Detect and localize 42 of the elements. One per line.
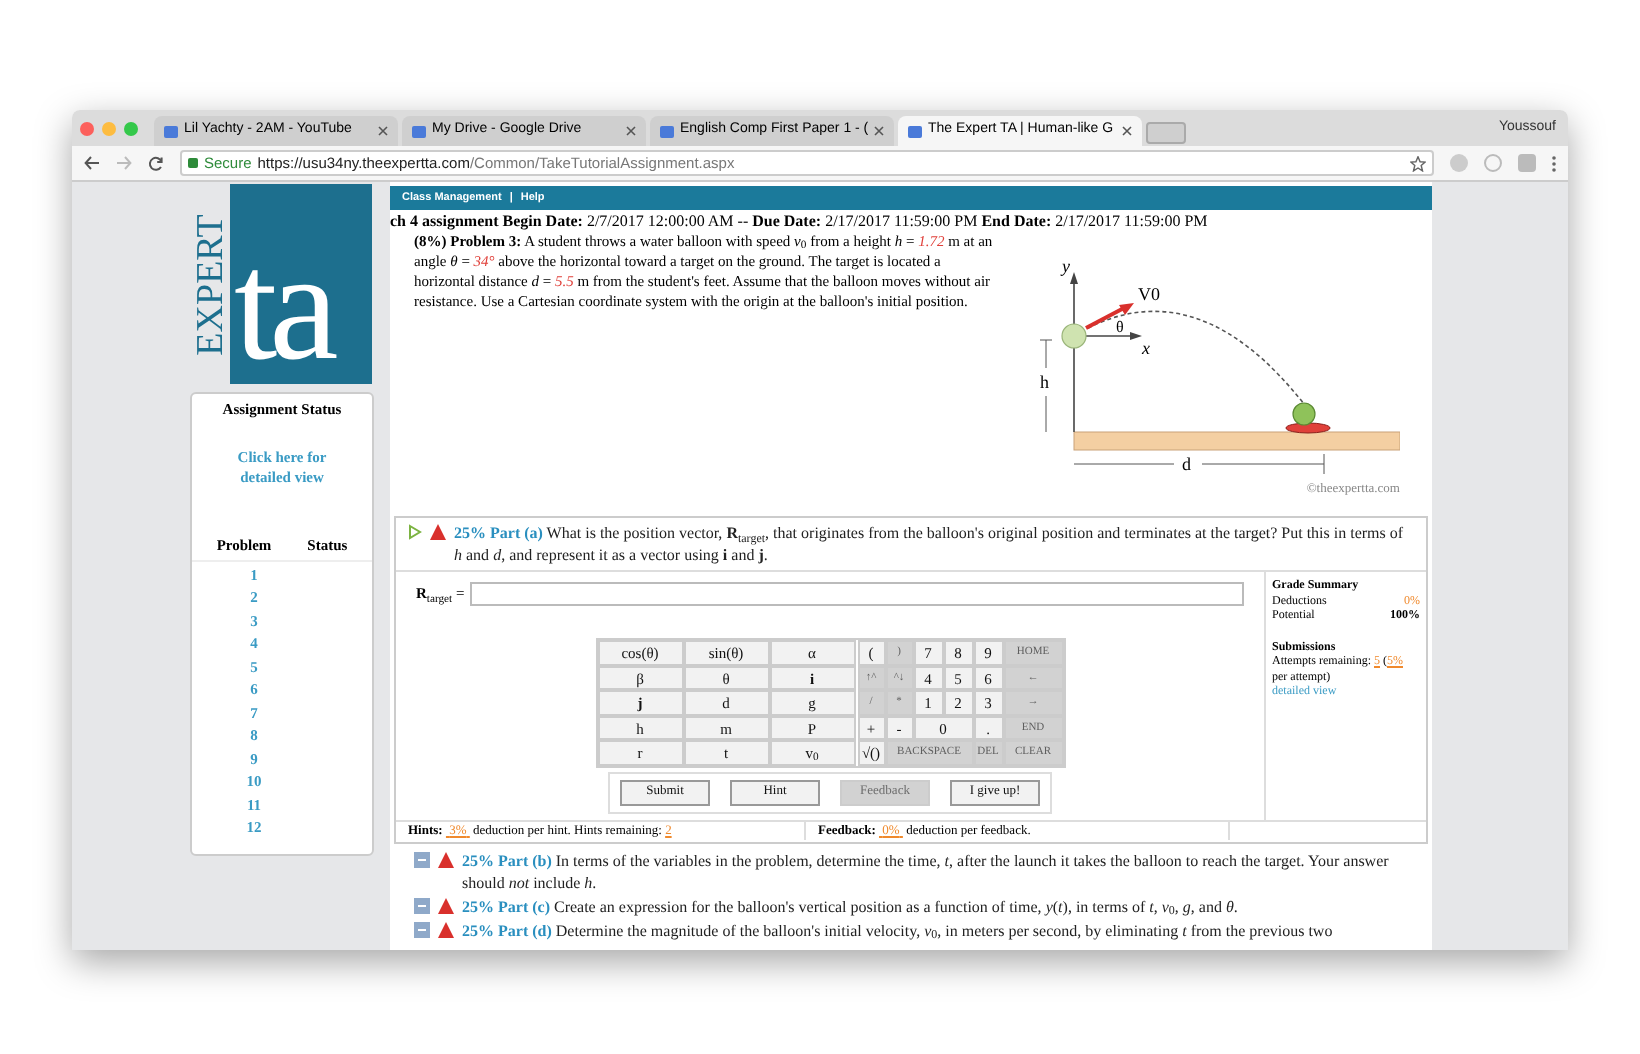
warning-icon (430, 524, 446, 540)
part-question: 25% Part (b) In terms of the variables in the problem, determine the time, t, after the launch it takes the balloon to reach the target. Your answer should not include h. (462, 849, 1391, 893)
collapsed-box-icon[interactable] (414, 897, 430, 913)
logo-vertical-text: EXPERT (191, 213, 229, 355)
expand-arrow-icon[interactable] (408, 524, 422, 540)
new-tab-button[interactable] (1146, 122, 1186, 144)
site-icon (660, 125, 674, 137)
diagram-label: d (1182, 454, 1191, 474)
answer-field[interactable] (470, 582, 1244, 606)
close-window-icon[interactable] (80, 121, 94, 135)
collapsed-box-icon[interactable] (414, 921, 430, 937)
part-question: 25% Part (a) What is the position vector, R$_{target}$, that originates from the balloon's original position and terminates at the target? Put this in terms of h and d, and represent it as a vector using i and j. (454, 522, 1406, 566)
site-icon (908, 125, 922, 137)
forward-icon[interactable] (116, 156, 132, 170)
x-axis-arrow (1085, 332, 1142, 340)
logo-letters: ta (234, 228, 331, 384)
minimize-window-icon[interactable] (102, 121, 116, 135)
close-tab-icon[interactable] (874, 126, 884, 136)
back-icon[interactable] (84, 156, 100, 170)
site-icon (412, 125, 426, 137)
velocity-arrow (1085, 303, 1134, 330)
height-dimension-line (1039, 339, 1053, 433)
part-question: 25% Part (c) Create an expression for the balloon's vertical position as a function of time, y(t), in terms of t, v$_{0}$, g, and θ. (462, 895, 1238, 917)
star-icon[interactable] (1410, 155, 1426, 171)
diagram-label: y (1062, 256, 1070, 276)
balloon (1061, 323, 1087, 349)
diagram-label: h (1040, 372, 1049, 392)
site-icon (164, 125, 178, 137)
target-with-balloon (1285, 402, 1331, 434)
warning-icon (438, 851, 454, 867)
diagram-label: x (1142, 338, 1150, 358)
maximize-window-icon[interactable] (124, 121, 138, 135)
lock-icon (188, 158, 198, 168)
close-tab-icon[interactable] (626, 126, 636, 136)
close-tab-icon[interactable] (378, 126, 388, 136)
dates-line: ch 4 assignment Begin Date: 2/7/2017 12:00:00 AM -- Due Date: 2/17/2017 11:59:00 PM End Date: 2/17/2017 11:59:00 PM (390, 210, 1210, 232)
diagram-label: θ (1116, 318, 1124, 336)
collapsed-box-icon[interactable] (414, 851, 430, 867)
close-tab-icon[interactable] (1122, 126, 1132, 136)
reload-icon[interactable] (148, 155, 164, 171)
part-question: 25% Part (d) Determine the magnitude of the balloon's initial velocity, v$_{0}$, in meters per second, by eliminating t from the previous two (462, 919, 1333, 941)
diagram-label: V0 (1138, 284, 1160, 304)
